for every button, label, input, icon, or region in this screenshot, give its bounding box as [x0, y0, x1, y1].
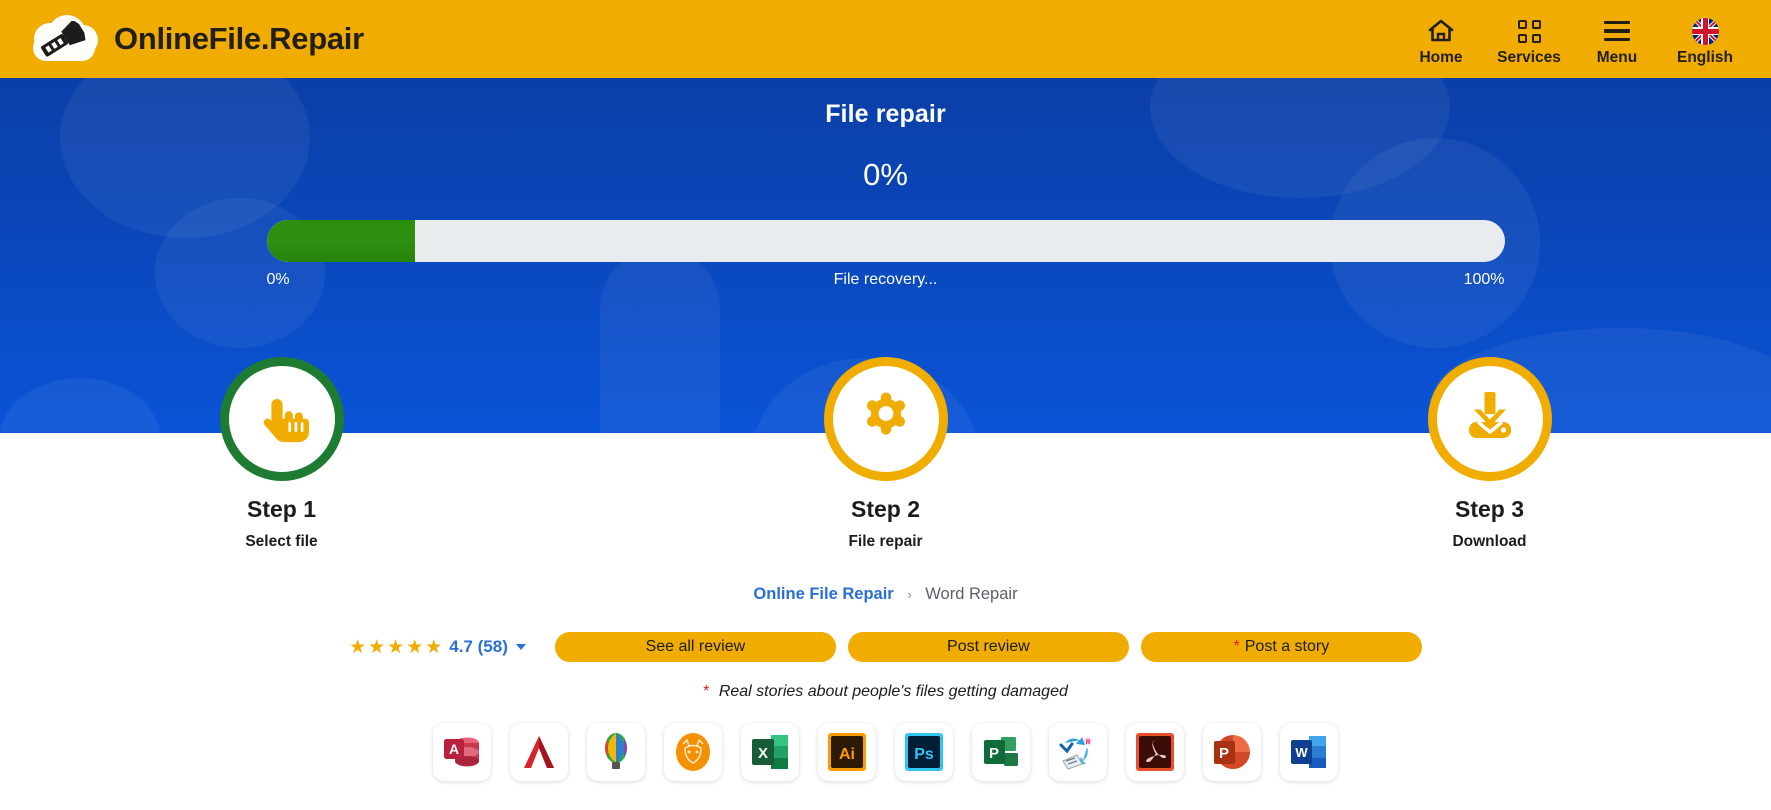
chevron-down-icon[interactable] — [515, 644, 526, 650]
excel-icon[interactable]: X — [741, 723, 799, 781]
step-3-circle — [1427, 357, 1552, 481]
illustrator-icon[interactable]: Ai — [818, 723, 876, 781]
brand-logo-link[interactable]: OnlineFile.Repair — [28, 13, 364, 65]
step-3-title: Step 3 — [1454, 496, 1525, 522]
footnote-text: Real stories about people's files gettin… — [718, 683, 1068, 700]
step-1-caption: Select file — [245, 533, 318, 550]
svg-text:P: P — [989, 745, 999, 762]
reviews-row: ★★★★★ 4.7 (58) See all review Post revie… — [0, 632, 1771, 662]
download-icon — [1458, 388, 1522, 451]
svg-text:P: P — [1219, 745, 1229, 762]
coreldraw-icon[interactable] — [587, 723, 645, 781]
page-title: File repair — [825, 100, 946, 128]
uk-flag-icon — [1691, 15, 1719, 47]
rating-score: 4.7 (58) — [449, 637, 508, 656]
site-header: OnlineFile.Repair Home Services Menu Eng… — [0, 0, 1771, 78]
step-3[interactable]: Step 3 Download — [1395, 357, 1585, 551]
nav-item-language[interactable]: English — [1661, 11, 1749, 67]
breadcrumb-separator-icon: › — [907, 587, 912, 602]
home-icon — [1426, 15, 1456, 47]
nav-item-home[interactable]: Home — [1397, 11, 1485, 67]
progress-label-min: 0% — [266, 271, 290, 288]
reviews-footnote: * Real stories about people's files gett… — [0, 683, 1771, 701]
pointing-hand-icon — [251, 386, 313, 453]
step-2-title: Step 2 — [850, 496, 921, 522]
nav-label-services: Services — [1497, 49, 1561, 66]
word-icon[interactable]: W — [1280, 723, 1338, 781]
nav-label-home: Home — [1419, 49, 1463, 66]
cloud-wrench-logo-icon — [28, 13, 100, 65]
access-icon[interactable]: A — [433, 723, 491, 781]
step-2-circle — [823, 357, 948, 481]
firefox-fox-icon[interactable] — [664, 723, 722, 781]
gear-icon — [855, 386, 917, 453]
progress-bar-track — [266, 220, 1505, 262]
breadcrumb-current: Word Repair — [925, 585, 1018, 603]
progress-status-text: File recovery... — [833, 271, 938, 288]
footnote-asterisk: * — [703, 683, 710, 700]
progress-bar-container: 0% File recovery... 100% — [266, 220, 1505, 289]
post-a-story-button[interactable]: * Post a story — [1140, 632, 1422, 662]
svg-text:W: W — [1295, 745, 1308, 760]
svg-text:Ps: Ps — [914, 746, 934, 763]
required-asterisk: * — [1233, 638, 1240, 655]
acrobat-pdf-icon[interactable] — [1126, 723, 1184, 781]
step-1-title: Step 1 — [246, 496, 317, 522]
progress-percent-display: 0% — [863, 157, 908, 192]
autocad-icon[interactable] — [510, 723, 568, 781]
see-all-review-button[interactable]: See all review — [554, 632, 836, 662]
step-1[interactable]: Step 1 Select file — [187, 357, 377, 551]
steps-row: Step 1 Select file Step 2 File repair St… — [0, 357, 1771, 551]
svg-text:X: X — [758, 745, 768, 762]
project-icon[interactable]: P — [972, 723, 1030, 781]
grid-squares-icon — [1517, 15, 1541, 47]
supported-formats-row: A X Ai Ps P R P W — [0, 723, 1771, 781]
svg-text:Ai: Ai — [839, 746, 855, 763]
step-1-circle — [219, 357, 344, 481]
progress-label-max: 100% — [1463, 271, 1505, 288]
nav-label-menu: Menu — [1596, 49, 1638, 66]
step-2[interactable]: Step 2 File repair — [791, 357, 981, 551]
svg-text:R: R — [1086, 740, 1091, 746]
powerpoint-icon[interactable]: P — [1203, 723, 1261, 781]
breadcrumb: Online File Repair › Word Repair — [0, 585, 1771, 604]
nav-label-language: English — [1677, 49, 1733, 66]
step-2-caption: File repair — [848, 533, 923, 550]
progress-bar-labels: 0% File recovery... 100% — [267, 271, 1505, 289]
progress-bar-fill — [266, 220, 416, 262]
hamburger-menu-icon — [1604, 15, 1630, 47]
step-3-caption: Download — [1452, 533, 1527, 550]
photoshop-icon[interactable]: Ps — [895, 723, 953, 781]
nav-item-menu[interactable]: Menu — [1573, 11, 1661, 67]
breadcrumb-root-link[interactable]: Online File Repair — [753, 585, 893, 603]
backup-sync-icon[interactable]: R — [1049, 723, 1107, 781]
rating-summary[interactable]: ★★★★★ 4.7 (58) — [349, 636, 526, 659]
svg-text:A: A — [449, 741, 459, 757]
post-review-button[interactable]: Post review — [847, 632, 1129, 662]
post-a-story-label: Post a story — [1244, 638, 1330, 655]
star-rating-icon: ★★★★★ — [349, 636, 445, 658]
brand-name: OnlineFile.Repair — [114, 21, 364, 56]
main-navigation: Home Services Menu English — [1397, 11, 1749, 67]
nav-item-services[interactable]: Services — [1485, 11, 1573, 67]
